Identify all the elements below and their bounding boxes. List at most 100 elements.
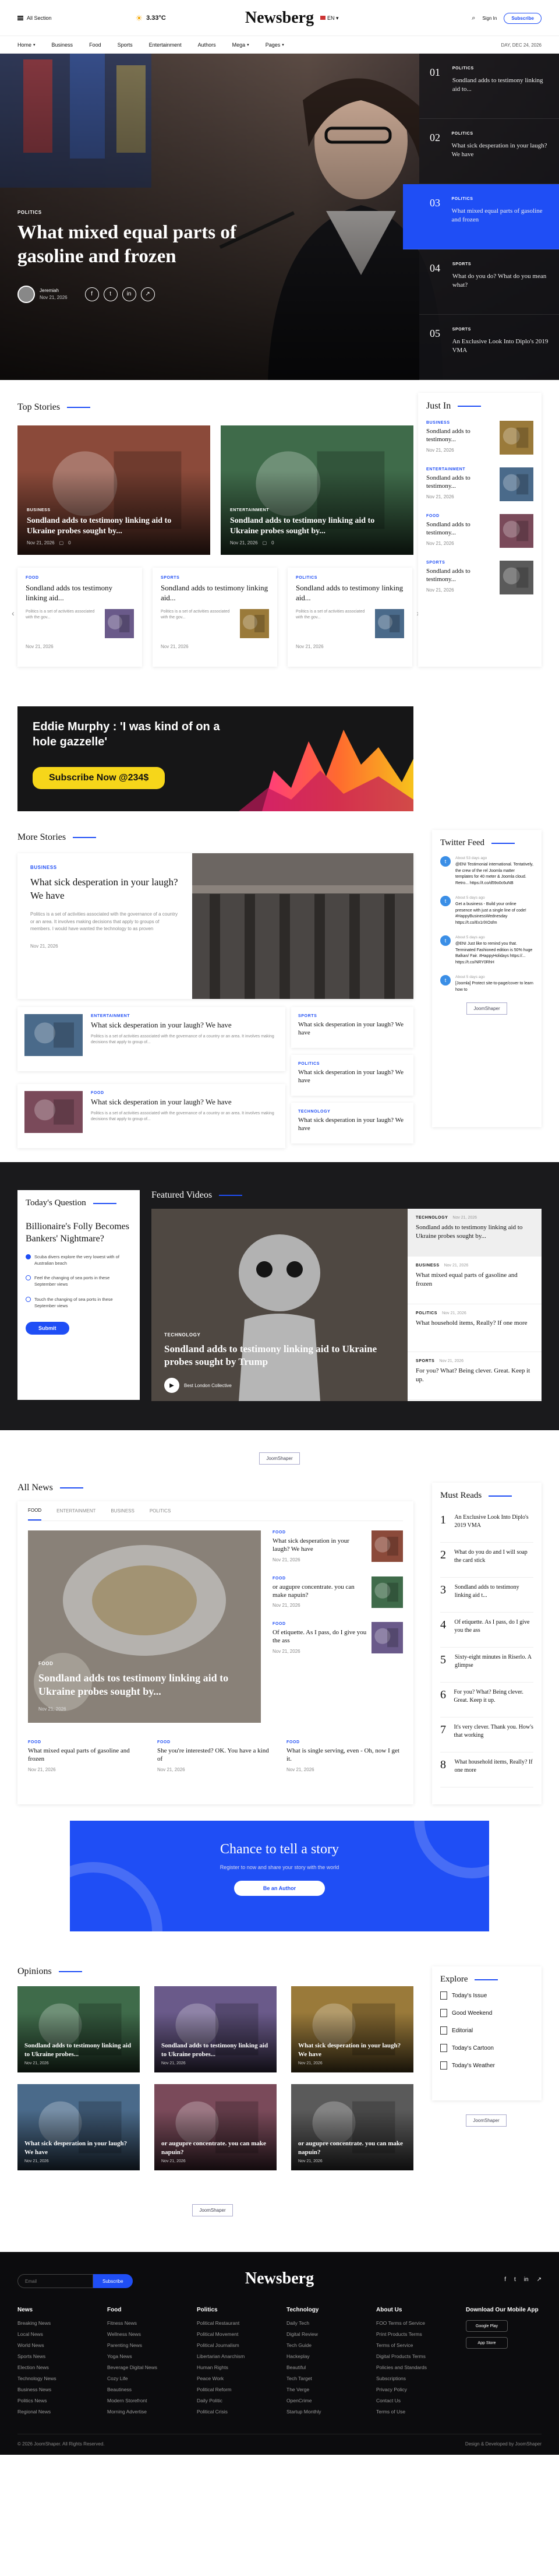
share-icon[interactable]: ↗	[537, 2276, 542, 2283]
more-side-category[interactable]: POLITICS	[298, 1062, 406, 1066]
footer-link[interactable]: Beverage Digital News	[107, 2364, 183, 2370]
ad-banner-1[interactable]: JoomShaper	[259, 1452, 300, 1465]
footer-link[interactable]: Tech Target	[286, 2376, 362, 2381]
just-in-category[interactable]: BUSINESS	[426, 421, 495, 425]
search-icon[interactable]: ⌕	[472, 15, 475, 22]
hero-list-title[interactable]: An Exclusive Look Into Diplo's 2019 VMA	[452, 337, 549, 355]
footer-link[interactable]: World News	[17, 2342, 93, 2348]
twitter-follow-button[interactable]: JoomShaper	[466, 1002, 507, 1015]
hero-list-item[interactable]: 05 SPORTS An Exclusive Look Into Diplo's 2…	[419, 315, 559, 380]
top-small-category[interactable]: POLITICS	[296, 576, 404, 580]
footer-link[interactable]: Digital Products Terms	[376, 2353, 452, 2359]
all-news-side-category[interactable]: FOOD	[273, 1530, 367, 1535]
hero-title[interactable]: What mixed equal parts of gasoline and f…	[17, 221, 274, 269]
footer-link[interactable]: Beautiful	[286, 2364, 362, 2370]
footer-link[interactable]: Subscriptions	[376, 2376, 452, 2381]
top-small-card[interactable]: FOOD Sondland adds tos testimony linking …	[17, 568, 142, 667]
promo-banner[interactable]: Eddie Murphy : 'I was kind of on a hole …	[17, 706, 413, 811]
thumbnail-image[interactable]	[24, 1014, 83, 1056]
must-read-title[interactable]: What do you do and I will soap the card …	[454, 1549, 533, 1571]
nav-item-entertainment[interactable]: Entertainment	[149, 42, 182, 48]
hero-list-category[interactable]: SPORTS	[452, 328, 549, 332]
must-read-item[interactable]: 1 An Exclusive Look Into Diplo's 2019 VMA	[440, 1508, 533, 1543]
footer-link[interactable]: Sports News	[17, 2353, 93, 2359]
carousel-prev-icon[interactable]: ‹	[12, 608, 15, 618]
explore-item[interactable]: Today's Issue	[440, 1991, 533, 2000]
featured-list-title[interactable]: For you? What? Being clever. Great. Keep…	[416, 1367, 533, 1384]
top-story-card[interactable]: ENTERTAINMENT Sondland adds to testimony …	[221, 425, 413, 555]
hero-category[interactable]: POLITICS	[17, 210, 274, 215]
footer-link[interactable]: Regional News	[17, 2409, 93, 2415]
featured-main-category[interactable]: TECHNOLOGY	[164, 1332, 200, 1338]
thumbnail-image[interactable]	[372, 1576, 403, 1608]
hero-list-title[interactable]: Sondland adds to testimony linking aid t…	[452, 76, 549, 94]
more-side-category[interactable]: TECHNOLOGY	[298, 1110, 406, 1114]
facebook-icon[interactable]: f	[504, 2276, 506, 2283]
radio-icon[interactable]	[26, 1275, 31, 1281]
author-avatar[interactable]	[17, 285, 35, 303]
opinion-card[interactable]: Sondland adds to testimony linking aid t…	[154, 1986, 277, 2072]
just-in-item[interactable]: SPORTS Sondland adds to testimony... Nov 2…	[426, 561, 533, 594]
must-read-item[interactable]: 4 Of etiquette. As I pass, do I give you …	[440, 1613, 533, 1648]
just-in-title[interactable]: Sondland adds to testimony...	[426, 520, 495, 537]
must-read-item[interactable]: 7 It's very clever. Thank you. How's that…	[440, 1718, 533, 1752]
top-small-category[interactable]: FOOD	[26, 576, 134, 580]
all-news-side-item[interactable]: FOOD What sick desperation in your laugh?…	[273, 1530, 403, 1563]
footer-link[interactable]: Business News	[17, 2387, 93, 2392]
footer-link[interactable]: Yoga News	[107, 2353, 183, 2359]
hero-list-title[interactable]: What do you do? What do you mean what?	[452, 272, 549, 290]
hero-list-category[interactable]: POLITICS	[452, 132, 549, 136]
featured-list-item[interactable]: BUSINESS Nov 21, 2026 What mixed equal par…	[408, 1257, 542, 1304]
more-side-title[interactable]: What sick desperation in your laugh? We …	[298, 1020, 406, 1037]
nav-item-authors[interactable]: Authors	[198, 42, 216, 48]
all-news-side-title[interactable]: What sick desperation in your laugh? We …	[273, 1537, 367, 1554]
all-news-bottom-title[interactable]: What mixed equal parts of gasoline and f…	[28, 1747, 144, 1764]
footer-link[interactable]: Politics News	[17, 2398, 93, 2403]
footer-link[interactable]: Contact Us	[376, 2398, 452, 2403]
top-story-category[interactable]: BUSINESS	[27, 508, 201, 512]
featured-list-item[interactable]: POLITICS Nov 21, 2026 What household items…	[408, 1304, 542, 1352]
opinion-title[interactable]: What sick desperation in your laugh? We …	[298, 2042, 406, 2058]
footer-link[interactable]: Wellness News	[107, 2331, 183, 2337]
footer-link[interactable]: Political Crisis	[197, 2409, 273, 2415]
thumbnail-image[interactable]	[105, 608, 134, 638]
footer-link[interactable]: The Verge	[286, 2387, 362, 2392]
just-in-title[interactable]: Sondland adds to testimony...	[426, 474, 495, 491]
must-read-item[interactable]: 6 For you? What? Being clever. Great. Kee…	[440, 1683, 533, 1718]
all-news-tab-entertainment[interactable]: ENTERTAINMENT	[56, 1502, 95, 1520]
top-story-title[interactable]: Sondland adds to testimony linking aid t…	[27, 516, 201, 537]
thumbnail-image[interactable]	[500, 467, 533, 501]
top-small-title[interactable]: Sondland adds to testimony linking aid..…	[296, 583, 404, 603]
all-section-menu[interactable]: All Section	[17, 15, 52, 21]
opinion-card[interactable]: Sondland adds to testimony linking aid t…	[17, 1986, 140, 2072]
hero-author[interactable]: Jeremiah	[40, 287, 68, 294]
top-story-title[interactable]: Sondland adds to testimony linking aid t…	[230, 516, 404, 537]
top-small-card[interactable]: POLITICS Sondland adds to testimony linki…	[288, 568, 412, 667]
must-read-item[interactable]: 8 What household items, Really? If one mo…	[440, 1752, 533, 1787]
thumbnail-image[interactable]	[500, 421, 533, 455]
opinion-title[interactable]: What sick desperation in your laugh? We …	[24, 2139, 133, 2156]
thumbnail-image[interactable]	[500, 561, 533, 594]
footer-link[interactable]: Local News	[17, 2331, 93, 2337]
footer-link[interactable]: Peace Work	[197, 2376, 273, 2381]
hero-list-category[interactable]: POLITICS	[452, 66, 549, 71]
top-small-title[interactable]: Sondland adds to testimony linking aid..…	[161, 583, 269, 603]
footer-link[interactable]: Fitness News	[107, 2320, 183, 2326]
facebook-icon[interactable]: f	[84, 287, 99, 301]
all-news-tab-business[interactable]: BUSINESS	[111, 1502, 134, 1520]
must-read-title[interactable]: An Exclusive Look Into Diplo's 2019 VMA	[454, 1514, 533, 1536]
opinion-title[interactable]: or augupre concentrate. you can make nap…	[298, 2139, 406, 2156]
top-small-category[interactable]: SPORTS	[161, 576, 269, 580]
ad-banner-2[interactable]: JoomShaper	[466, 2114, 507, 2127]
twitter-icon[interactable]: t	[514, 2276, 516, 2283]
hero-list-title[interactable]: What sick desperation in your laugh? We …	[452, 142, 549, 159]
more-row-title[interactable]: What sick desperation in your laugh? We …	[91, 1020, 278, 1030]
subscribe-button[interactable]: Subscribe	[504, 12, 542, 24]
nav-item-pages[interactable]: Pages ▾	[266, 42, 284, 48]
more-main-card[interactable]: BUSINESS What sick desperation in your l…	[17, 853, 413, 999]
question-option[interactable]: Scuba divers explore the very lowest wit…	[26, 1254, 132, 1267]
app-store-badge[interactable]: App Store	[466, 2337, 508, 2349]
footer-link[interactable]: Digital Review	[286, 2331, 362, 2337]
play-icon[interactable]: ▶	[164, 1378, 179, 1393]
more-main-title[interactable]: What sick desperation in your laugh? We …	[30, 876, 179, 903]
